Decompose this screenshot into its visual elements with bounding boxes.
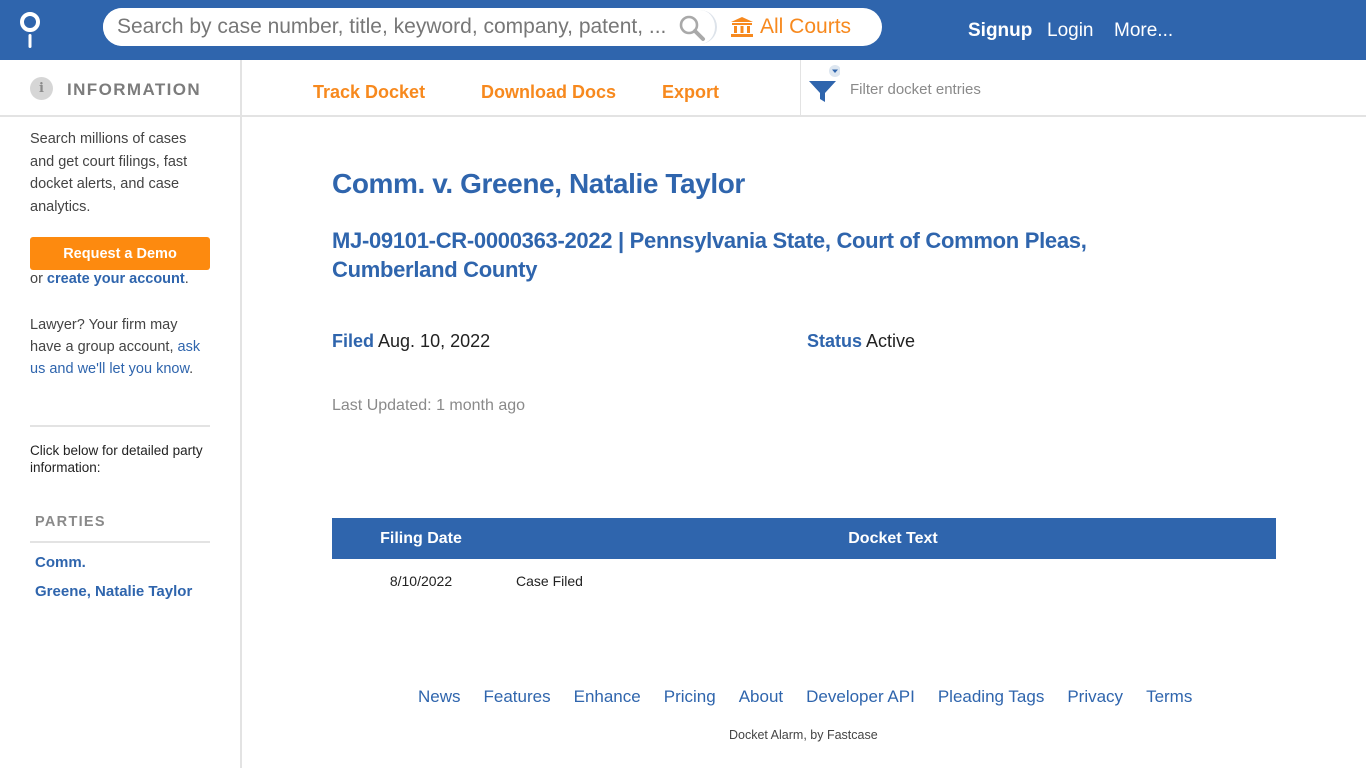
footer-link-pleading-tags[interactable]: Pleading Tags <box>938 687 1045 707</box>
more-menu-link[interactable]: More... <box>1114 20 1173 42</box>
filter-icon[interactable] <box>808 64 840 106</box>
status-label: Status <box>807 331 863 351</box>
top-nav-bar: All Courts Signup Login More... <box>0 0 1366 60</box>
filed-value: Aug. 10, 2022 <box>378 331 491 351</box>
period-text: . <box>184 271 189 287</box>
lawyer-text: Lawyer? Your firm may have a group accou… <box>30 317 178 355</box>
sidebar-divider <box>240 60 242 768</box>
case-status: Status Active <box>807 331 915 352</box>
sidebar-divider-line <box>30 425 210 427</box>
request-demo-button[interactable]: Request a Demo <box>30 237 210 270</box>
docket-table: Filing Date Docket Text 8/10/2022 Case F… <box>332 518 1276 603</box>
party-link[interactable]: Comm. <box>35 554 86 571</box>
parties-heading: PARTIES <box>35 514 106 530</box>
lawyer-group-text: Lawyer? Your firm may have a group accou… <box>30 314 212 380</box>
period-text: . <box>189 361 194 377</box>
login-link[interactable]: Login <box>1047 20 1094 42</box>
information-label: INFORMATION <box>67 80 202 99</box>
signup-link[interactable]: Signup <box>968 20 1032 42</box>
info-icon: i <box>30 77 53 100</box>
create-account-line: or create your account. <box>30 271 189 287</box>
search-icon[interactable] <box>678 14 706 42</box>
footer-link-terms[interactable]: Terms <box>1146 687 1192 707</box>
filed-date: Filed Aug. 10, 2022 <box>332 331 490 352</box>
search-input[interactable] <box>103 8 715 46</box>
download-docs-button[interactable]: Download Docs <box>481 82 616 103</box>
filter-docket-input[interactable] <box>850 75 1290 103</box>
logo-link[interactable] <box>19 11 43 51</box>
column-header-filing-date[interactable]: Filing Date <box>332 518 510 559</box>
all-courts-label: All Courts <box>760 15 852 38</box>
sidebar-intro-text: Search millions of cases and get court f… <box>30 131 188 215</box>
create-account-link[interactable]: create your account <box>47 271 185 287</box>
footer-link-privacy[interactable]: Privacy <box>1067 687 1123 707</box>
party-info-hint: Click below for detailed party informati… <box>30 443 203 475</box>
table-row: 8/10/2022 Case Filed <box>332 559 1276 603</box>
status-value: Active <box>866 331 916 351</box>
information-header: i INFORMATION <box>0 60 241 117</box>
party-link[interactable]: Greene, Natalie Taylor <box>35 583 192 600</box>
search-bar: All Courts <box>103 8 882 46</box>
all-courts-selector[interactable]: All Courts <box>731 8 851 46</box>
docket-text-cell: Case Filed <box>516 573 583 589</box>
docket-header-row: Filing Date Docket Text <box>332 518 1276 559</box>
docket-alarm-pin-icon <box>20 12 40 48</box>
footer-link-enhance[interactable]: Enhance <box>574 687 641 707</box>
courthouse-icon <box>731 17 753 37</box>
footer-links: News Features Enhance Pricing About Deve… <box>418 687 1215 707</box>
footer-link-developer-api[interactable]: Developer API <box>806 687 915 707</box>
parties-divider-line <box>30 541 210 543</box>
column-header-docket-text[interactable]: Docket Text <box>510 518 1276 559</box>
filing-date-cell: 8/10/2022 <box>389 573 453 589</box>
footer-link-features[interactable]: Features <box>484 687 551 707</box>
footer-link-about[interactable]: About <box>739 687 783 707</box>
docket-toolbar: i INFORMATION Track Docket Download Docs… <box>0 60 1366 117</box>
last-updated: Last Updated: 1 month ago <box>332 397 526 414</box>
export-button[interactable]: Export <box>662 82 719 103</box>
toolbar-divider <box>800 60 801 117</box>
case-number-court: MJ-09101-CR-0000363-2022 | Pennsylvania … <box>332 228 1087 282</box>
track-docket-button[interactable]: Track Docket <box>313 82 425 103</box>
footer-copyright: Docket Alarm, by Fastcase <box>729 728 878 742</box>
case-title: Comm. v. Greene, Natalie Taylor <box>332 168 745 199</box>
footer-link-news[interactable]: News <box>418 687 461 707</box>
filed-label: Filed <box>332 331 375 351</box>
footer-link-pricing[interactable]: Pricing <box>664 687 716 707</box>
or-text: or <box>30 271 47 287</box>
